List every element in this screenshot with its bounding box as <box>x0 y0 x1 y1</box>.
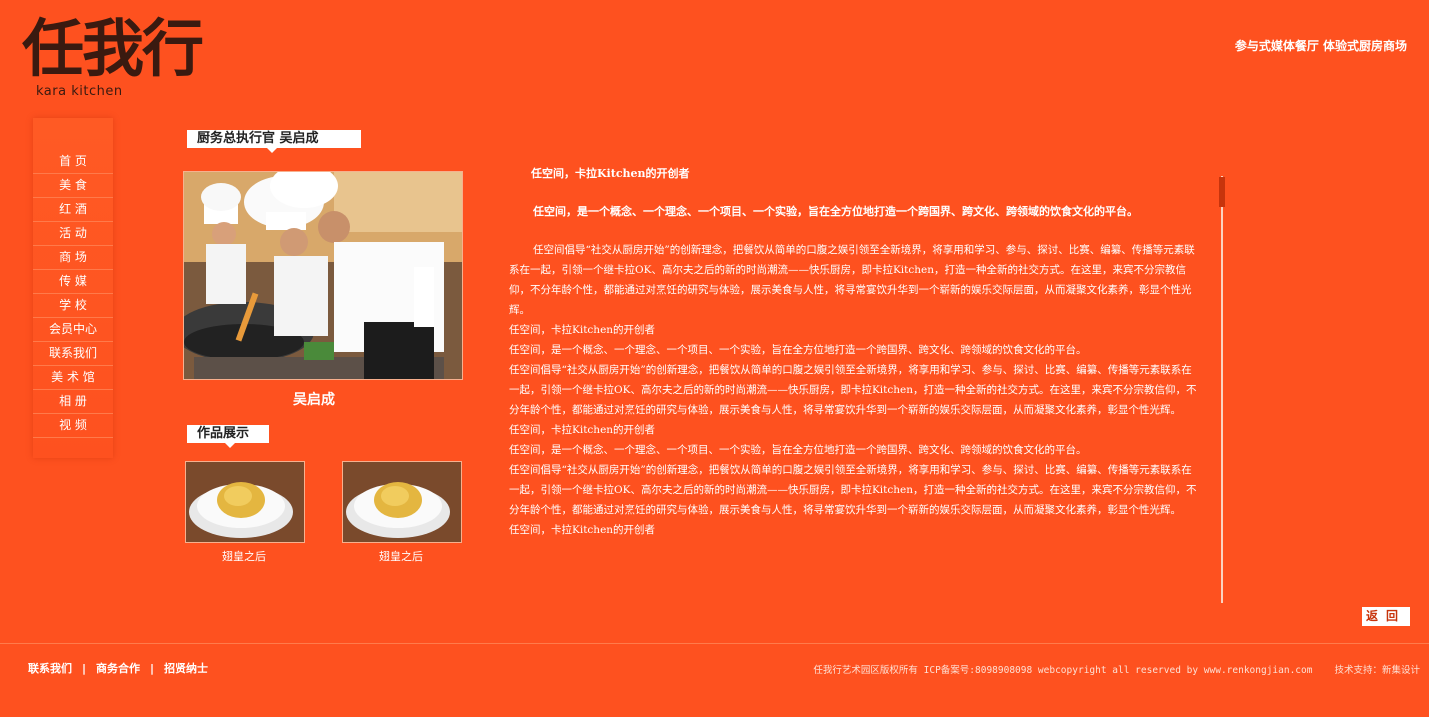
dish-card[interactable]: 翅皇之后 <box>342 461 462 564</box>
article-paragraphs: 任空间，卡拉Kitchen的开创者任空间，是一个概念、一个理念、一个项目、一个实… <box>509 320 1201 540</box>
chef-photo <box>183 171 463 380</box>
dish-photo[interactable] <box>342 461 462 543</box>
article-paragraph: 任空间倡导“社交从厨房开始”的创新理念，把餐饮从简单的口腹之娱引领至全新境界，将… <box>509 464 1197 516</box>
article-paragraph: 任空间，卡拉Kitchen的开创者 <box>509 524 656 536</box>
side-nav-item[interactable]: 学 校 <box>33 294 113 318</box>
article-scroll-track[interactable] <box>1221 176 1223 603</box>
chef-section-heading: 厨务总执行官 吴启成 <box>184 130 361 153</box>
header-tagline: 参与式媒体餐厅 体验式厨房商场 <box>1234 39 1407 53</box>
footer-link[interactable]: 商务合作 <box>96 662 140 675</box>
article-lead-paragraph: 任空间倡导“社交从厨房开始”的创新理念，把餐饮从简单的口腹之娱引领至全新境界，将… <box>509 244 1195 316</box>
side-nav-item[interactable]: 美 术 馆 <box>33 366 113 390</box>
dish-illustration <box>343 462 461 542</box>
side-navigation: 首 页美 食红 酒活 动商 场传 媒学 校会员中心 联系我们美 术 馆相 册视 频 <box>33 118 113 458</box>
article-paragraph: 任空间倡导“社交从厨房开始”的创新理念，把餐饮从简单的口腹之娱引领至全新境界，将… <box>509 364 1197 416</box>
side-nav-item[interactable]: 红 酒 <box>33 198 113 222</box>
side-nav-list: 首 页美 食红 酒活 动商 场传 媒学 校会员中心 联系我们美 术 馆相 册视 频 <box>33 150 113 438</box>
side-nav-item[interactable]: 美 食 <box>33 174 113 198</box>
article-paragraph: 任空间，是一个概念、一个理念、一个项目、一个实验，旨在全方位地打造一个跨国界、跨… <box>509 444 1087 456</box>
footer-link-separator: | <box>150 662 155 675</box>
dish-caption: 翅皇之后 <box>222 550 266 563</box>
copyright-text: 任我行艺术园区版权所有 ICP备案号:8098908098 webcopyrig… <box>813 665 1313 676</box>
dish-caption: 翅皇之后 <box>379 550 423 563</box>
article-title: 任空间，卡拉Kitchen的开创者 <box>531 167 690 180</box>
logo-chinese-text: 任我行 <box>22 12 204 85</box>
side-nav-item[interactable]: 传 媒 <box>33 270 113 294</box>
footer-divider <box>0 643 1429 644</box>
tech-support-text: 技术支持：新集设计 <box>1334 665 1420 676</box>
dish-card[interactable]: 翅皇之后 <box>185 461 305 564</box>
back-button[interactable]: 返回 <box>1362 607 1410 626</box>
footer-links: 联系我们 | 商务合作 | 招贤纳士 <box>28 660 208 676</box>
side-nav-item[interactable]: 相 册 <box>33 390 113 414</box>
dish-illustration <box>186 462 304 542</box>
article-paragraph: 任空间，卡拉Kitchen的开创者 <box>509 324 656 336</box>
site-logo[interactable]: 任我行 kara kitchen <box>22 14 222 104</box>
article-intro: 任空间，是一个概念、一个理念、一个项目、一个实验，旨在全方位地打造一个跨国界、跨… <box>533 205 1138 218</box>
footer-copyright: 任我行艺术园区版权所有 ICP备案号:8098908098 webcopyrig… <box>813 662 1420 676</box>
footer-link[interactable]: 招贤纳士 <box>164 662 208 675</box>
dish-photo[interactable] <box>185 461 305 543</box>
works-section-heading: 作品展示 <box>184 425 269 448</box>
side-nav-item[interactable]: 商 场 <box>33 246 113 270</box>
side-nav-item[interactable]: 联系我们 <box>33 342 113 366</box>
article-paragraph: 任空间，是一个概念、一个理念、一个项目、一个实验，旨在全方位地打造一个跨国界、跨… <box>509 344 1087 356</box>
chef-name: 吴启成 <box>293 392 335 408</box>
article-paragraph: 任空间，卡拉Kitchen的开创者 <box>509 424 656 436</box>
footer-link[interactable]: 联系我们 <box>28 662 72 675</box>
side-nav-item[interactable]: 会员中心 <box>33 318 113 342</box>
article-scroll-thumb[interactable] <box>1219 177 1225 207</box>
chef-photo-illustration <box>184 172 462 379</box>
footer-link-separator: | <box>82 662 87 675</box>
side-nav-item[interactable]: 首 页 <box>33 150 113 174</box>
side-nav-item[interactable]: 视 频 <box>33 414 113 438</box>
side-nav-item[interactable]: 活 动 <box>33 222 113 246</box>
article-body: 任空间，卡拉Kitchen的开创者 任空间，是一个概念、一个理念、一个项目、一个… <box>509 162 1201 540</box>
logo-english-text: kara kitchen <box>36 84 123 99</box>
